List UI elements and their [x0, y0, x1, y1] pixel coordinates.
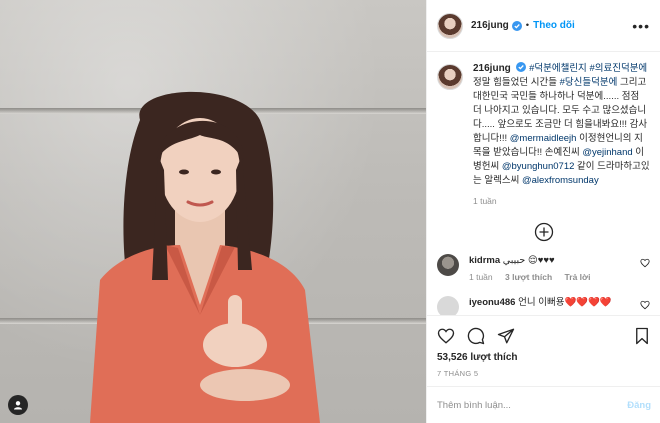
load-more-comments-button[interactable]: [437, 222, 650, 242]
comment-like-heart-icon[interactable]: [640, 258, 650, 268]
verified-badge-icon: [511, 20, 522, 31]
verified-badge-icon: [516, 62, 527, 72]
caption-tag-link[interactable]: #당신들덕분에: [560, 77, 618, 88]
add-comment-bar: Đăng: [427, 386, 660, 423]
caption: 216jung #덕분에챌린지 #의료진덕분에 정말 힘들었던 시간들 #당신들…: [437, 62, 650, 208]
reply-button[interactable]: Trả lời: [565, 272, 591, 282]
caption-username[interactable]: 216jung: [473, 63, 511, 74]
comment-avatar[interactable]: [437, 296, 459, 315]
comment-avatar[interactable]: [437, 254, 459, 276]
comment-icon[interactable]: [467, 327, 485, 345]
caption-tag-link[interactable]: @byunghun0712: [502, 161, 575, 172]
likes-count[interactable]: 53,526 lượt thích: [437, 352, 651, 363]
comment-likes[interactable]: 3 lượt thích: [505, 272, 552, 282]
comment-username[interactable]: iyeonu486: [469, 297, 515, 308]
user-tag-icon[interactable]: [8, 395, 28, 415]
caption-avatar[interactable]: [437, 64, 463, 90]
follow-button[interactable]: Theo dõi: [533, 20, 575, 31]
post-photo[interactable]: [0, 0, 426, 423]
avatar[interactable]: [437, 12, 463, 39]
caption-tag-link[interactable]: @mermaidleejh: [510, 133, 577, 144]
caption-time: 1 tuần: [473, 196, 497, 206]
bookmark-icon[interactable]: [633, 327, 651, 345]
plus-circle-icon[interactable]: [534, 222, 554, 242]
header-username[interactable]: 216jung: [471, 20, 509, 31]
share-icon[interactable]: [497, 327, 515, 345]
person-illustration: [90, 91, 320, 423]
caption-tag-link[interactable]: @yejinhand: [582, 147, 632, 158]
comment-item: iyeonu486 언니 이뻐용❤️❤️❤️❤️: [437, 296, 650, 315]
comment-input[interactable]: [437, 399, 628, 411]
comment-text: 언니 이뻐용❤️❤️❤️❤️: [515, 297, 612, 308]
post-comment-button[interactable]: Đăng: [627, 400, 651, 411]
caption-text-segment: 정말 힘들었던 시간들: [473, 77, 560, 88]
caption-tag-link[interactable]: #덕분에챌린지: [529, 63, 587, 74]
comment-item: kidrma حبيبي 😌♥♥♥ 1 tuần 3 lượt thích Tr…: [437, 254, 650, 284]
comment-time: 1 tuần: [469, 272, 493, 282]
heart-icon[interactable]: [437, 327, 455, 345]
comments-list[interactable]: 216jung #덕분에챌린지 #의료진덕분에 정말 힘들었던 시간들 #당신들…: [427, 52, 660, 315]
separator-dot: •: [525, 20, 530, 31]
caption-text: 216jung #덕분에챌린지 #의료진덕분에 정말 힘들었던 시간들 #당신들…: [473, 62, 650, 188]
caption-tag-link[interactable]: #의료진덕분에: [589, 63, 647, 74]
caption-tag-link[interactable]: @alexfromsunday: [522, 175, 599, 186]
post-header: 216jung • Theo dõi •••: [427, 0, 660, 52]
comment-like-heart-icon[interactable]: [640, 300, 650, 310]
post-details-panel: 216jung • Theo dõi ••• 216jung #덕분에챌린지 #…: [426, 0, 660, 423]
post-date[interactable]: 7 THÁNG 5: [437, 369, 651, 378]
comment-username[interactable]: kidrma: [469, 255, 500, 266]
comment-text: حبيبي 😌♥♥♥: [500, 255, 555, 266]
post-actions: 53,526 lượt thích 7 THÁNG 5: [427, 315, 660, 378]
more-options-icon[interactable]: •••: [632, 18, 650, 34]
